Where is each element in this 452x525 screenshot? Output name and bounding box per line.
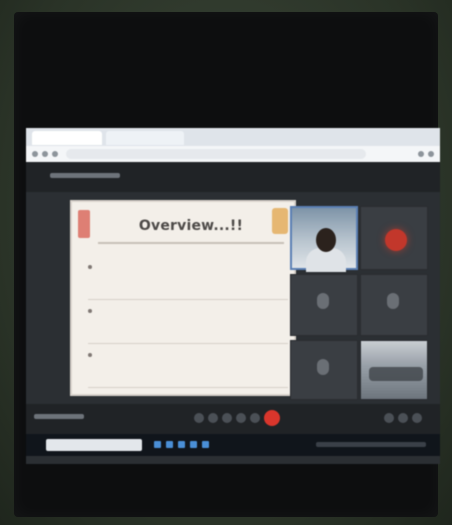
slide-bullet xyxy=(88,344,288,388)
avatar xyxy=(317,359,329,375)
meeting-code xyxy=(34,414,84,419)
browser-address-bar xyxy=(26,146,440,162)
reload-icon[interactable] xyxy=(52,151,58,157)
meeting-title xyxy=(50,173,120,178)
slide-bullet xyxy=(88,256,288,300)
taskbar-app-icon[interactable] xyxy=(166,441,173,448)
url-field[interactable] xyxy=(66,149,366,159)
participant-video xyxy=(369,367,423,381)
mic-icon[interactable] xyxy=(194,413,204,423)
slide-corner-graphic xyxy=(272,208,288,234)
system-tray xyxy=(316,442,426,447)
slide-title: Overview...!! xyxy=(138,218,244,234)
participant-tile-active[interactable] xyxy=(290,206,358,272)
taskbar-app-icon[interactable] xyxy=(202,441,209,448)
participant-tile[interactable] xyxy=(290,340,358,400)
info-icon[interactable] xyxy=(384,413,394,423)
leave-call-icon[interactable] xyxy=(264,410,280,426)
slide-title-box: Overview...!! xyxy=(98,210,284,244)
browser-tabstrip xyxy=(26,128,440,146)
taskbar-app-icon[interactable] xyxy=(178,441,185,448)
share-screen-icon[interactable] xyxy=(236,413,246,423)
meeting-window: Overview...!! xyxy=(26,128,440,464)
avatar xyxy=(387,293,399,309)
meeting-controls-bar xyxy=(26,404,440,434)
participant-tile[interactable] xyxy=(360,206,428,270)
participant-tile[interactable] xyxy=(290,274,358,336)
avatar xyxy=(385,229,407,251)
menu-icon[interactable] xyxy=(428,151,434,157)
browser-tab[interactable] xyxy=(32,131,102,145)
search-input[interactable] xyxy=(46,439,142,451)
chat-icon[interactable] xyxy=(412,413,422,423)
logo xyxy=(78,210,90,238)
forward-icon[interactable] xyxy=(42,151,48,157)
extensions-icon[interactable] xyxy=(418,151,424,157)
slide-bullet-list xyxy=(88,256,288,388)
avatar xyxy=(317,293,329,309)
people-icon[interactable] xyxy=(398,413,408,423)
taskbar-app-icon[interactable] xyxy=(190,441,197,448)
participant-tile[interactable] xyxy=(360,340,428,400)
shared-presentation-slide: Overview...!! xyxy=(70,200,296,396)
browser-tab[interactable] xyxy=(106,131,184,145)
participant-video xyxy=(316,228,336,252)
participant-tile[interactable] xyxy=(360,274,428,336)
slide-bullet xyxy=(88,300,288,344)
back-icon[interactable] xyxy=(32,151,38,157)
meeting-header xyxy=(26,162,440,192)
more-options-icon[interactable] xyxy=(250,413,260,423)
camera-icon[interactable] xyxy=(208,413,218,423)
taskbar-app-icon[interactable] xyxy=(154,441,161,448)
os-taskbar xyxy=(26,434,440,456)
captions-icon[interactable] xyxy=(222,413,232,423)
